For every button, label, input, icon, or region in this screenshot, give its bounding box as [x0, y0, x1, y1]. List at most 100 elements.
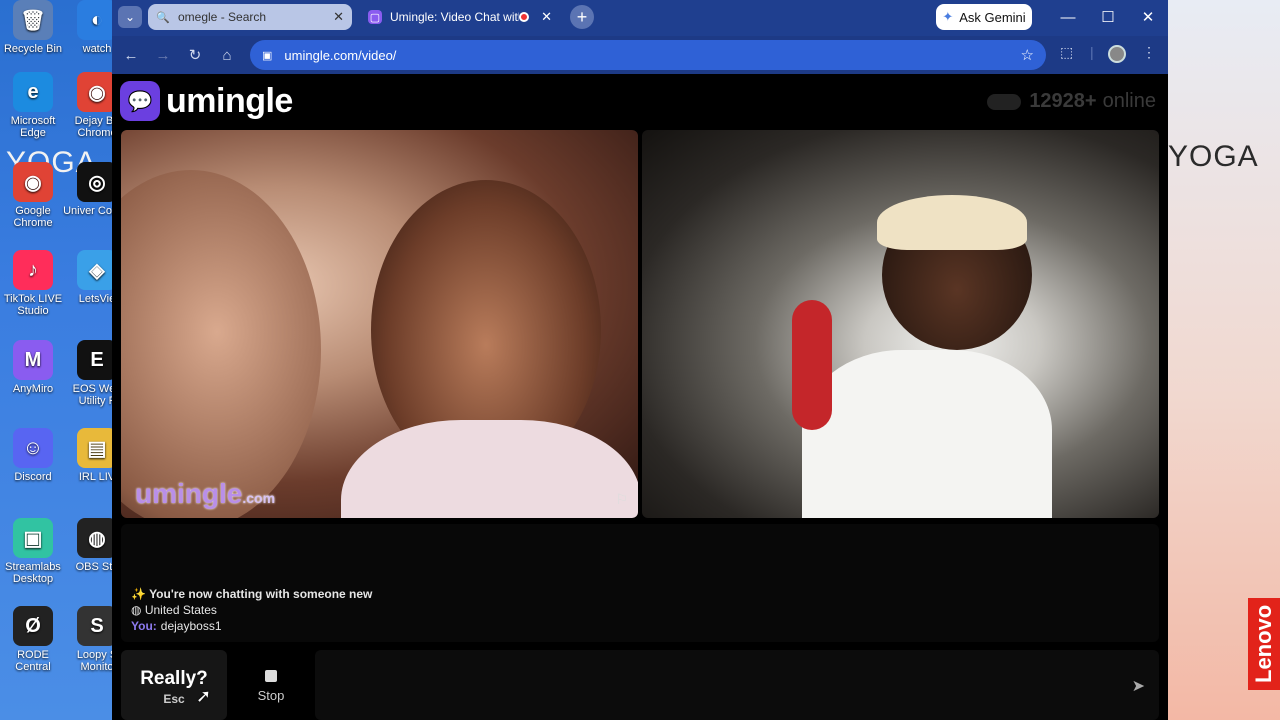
browser-window: ⌄ 🔍 omegle - Search ✕ ▢ Umingle: Video C…: [112, 0, 1168, 720]
desktop-app-icon: ◍: [77, 518, 117, 558]
esc-key-hint: Esc: [163, 692, 185, 706]
you-line: You: dejayboss1: [131, 619, 222, 633]
watermark-suffix: .com: [242, 490, 276, 506]
desktop-icon-label: Discord: [14, 471, 52, 483]
skip-esc-button[interactable]: Really? Esc: [121, 650, 227, 720]
control-bar: Really? Esc Stop ➤: [121, 650, 1159, 720]
umingle-logo[interactable]: 💬 umingle: [120, 81, 293, 121]
desktop-app-icon: ♪: [13, 250, 53, 290]
online-count: 12928+: [1029, 90, 1097, 112]
online-label: online: [1102, 90, 1156, 112]
reload-icon[interactable]: ↻: [184, 44, 206, 66]
desktop-icon-label: Google Chrome: [13, 205, 53, 229]
desktop-app-icon: ◈: [77, 250, 117, 290]
close-tab-icon[interactable]: ✕: [333, 9, 344, 25]
desktop-icon-4[interactable]: M AnyMiro: [0, 340, 68, 395]
plus-icon: +: [576, 6, 588, 27]
desktop-app-icon: ▤: [77, 428, 117, 468]
tab-strip: ⌄ 🔍 omegle - Search ✕ ▢ Umingle: Video C…: [112, 0, 1168, 36]
desktop-icon-5[interactable]: ☺ Discord: [0, 428, 68, 483]
tab-omegle-search[interactable]: 🔍 omegle - Search ✕: [148, 4, 352, 30]
us-flag-icon: ◍: [131, 603, 142, 617]
desktop-app-icon: ◉: [77, 72, 117, 112]
system-message: ✨ You're now chatting with someone new: [131, 587, 373, 601]
send-icon[interactable]: ➤: [1132, 676, 1145, 696]
minimize-button[interactable]: —: [1048, 4, 1088, 30]
forward-arrow-icon[interactable]: →: [152, 44, 174, 66]
chat-log: ✨ You're now chatting with someone new ◍…: [121, 524, 1159, 642]
desktop-icon-0[interactable]: 🗑 Recycle Bin: [0, 0, 68, 55]
ask-gemini-button[interactable]: ✦ Ask Gemini: [936, 4, 1032, 30]
close-window-button[interactable]: ✕: [1128, 4, 1168, 30]
umingle-page: 💬 umingle 12928+ online umingle.com ⚐ ✨ …: [112, 74, 1168, 720]
toolbar-divider: |: [1090, 44, 1094, 60]
desktop-app-icon: ◐: [77, 0, 117, 40]
esc-button-label: Really?: [140, 668, 208, 689]
stranger-shirt: [341, 420, 638, 518]
country-text: United States: [144, 603, 217, 617]
extensions-icon[interactable]: ⬚: [1060, 44, 1073, 61]
close-tab-icon[interactable]: ✕: [541, 9, 552, 25]
home-icon[interactable]: ⌂: [216, 44, 238, 66]
desktop-icon-7[interactable]: Ø RODE Central: [0, 606, 68, 673]
self-video: [642, 130, 1159, 518]
search-icon: 🔍: [156, 11, 170, 24]
you-name: dejayboss1: [160, 619, 222, 633]
chevron-down-icon: ⌄: [124, 10, 136, 24]
desktop-app-icon: ▣: [13, 518, 53, 558]
desktop-icon-6[interactable]: ▣ Streamlabs Desktop: [0, 518, 68, 585]
desktop-app-icon: e: [13, 72, 53, 112]
bookmark-star-icon[interactable]: ☆: [1021, 46, 1034, 64]
yoga-wallpaper-text-right: YOGA: [1168, 140, 1259, 173]
desktop-app-icon: S: [77, 606, 117, 646]
desktop-app-icon: E: [77, 340, 117, 380]
url-text: umingle.com/video/: [284, 47, 397, 63]
watermark-text: umingle: [135, 478, 243, 509]
theme-toggle[interactable]: [987, 93, 1022, 110]
back-arrow-icon[interactable]: ←: [120, 44, 142, 66]
desktop-app-icon: ◉: [13, 162, 53, 202]
desktop-icon-label: Streamlabs Desktop: [5, 561, 61, 585]
desktop-icon-label: AnyMiro: [12, 383, 54, 395]
you-label: You:: [131, 619, 157, 633]
desktop-icon-label: TikTok LIVE Studio: [3, 293, 63, 317]
tab-title: omegle - Search: [178, 10, 267, 24]
tab-title: Umingle: Video Chat with St: [390, 10, 519, 24]
address-bar[interactable]: ▣ umingle.com/video/ ☆: [250, 40, 1046, 70]
message-input[interactable]: [315, 650, 1159, 720]
online-indicator: 12928+ online: [987, 90, 1156, 113]
ask-gemini-label: Ask Gemini: [959, 9, 1026, 25]
self-person-cap: [877, 195, 1027, 250]
desktop-app-icon: ◎: [77, 162, 117, 202]
report-flag-icon[interactable]: ⚐: [615, 491, 628, 508]
stranger-video: umingle.com ⚐: [121, 130, 638, 518]
lenovo-brand: Lenovo: [1248, 598, 1280, 690]
maximize-button[interactable]: ☐: [1088, 4, 1128, 30]
tab-umingle[interactable]: ▢ Umingle: Video Chat with St ✕: [360, 4, 560, 30]
logo-text: umingle: [166, 81, 293, 120]
desktop-app-icon: ☺: [13, 428, 53, 468]
desktop-app-icon: 🗑: [13, 0, 53, 40]
profile-avatar[interactable]: [1108, 45, 1126, 63]
tab-search-button[interactable]: ⌄: [118, 6, 142, 28]
stop-button[interactable]: Stop: [235, 650, 307, 720]
site-info-icon[interactable]: ▣: [262, 49, 272, 62]
desktop-icon-1[interactable]: e Microsoft Edge: [0, 72, 68, 139]
new-tab-button[interactable]: +: [570, 5, 594, 29]
umingle-watermark: umingle.com: [135, 478, 275, 510]
gemini-sparkle-icon: ✦: [942, 9, 954, 24]
self-person-shirt: [802, 350, 1052, 518]
desktop-icon-label: RODE Central: [15, 649, 51, 673]
desktop-icon-3[interactable]: ♪ TikTok LIVE Studio: [0, 250, 68, 317]
desktop-app-icon: M: [13, 340, 53, 380]
recording-icon: [519, 12, 530, 22]
stop-label: Stop: [257, 688, 285, 703]
desktop-app-icon: Ø: [13, 606, 53, 646]
new-chat-text: You're now chatting with someone new: [149, 587, 373, 601]
desktop-icon-label: Recycle Bin: [3, 43, 63, 55]
menu-kebab-icon[interactable]: ⋮: [1142, 44, 1156, 61]
chat-bubble-icon: 💬: [120, 81, 160, 121]
gaming-chair: [792, 300, 832, 430]
desktop-icon-2[interactable]: ◉ Google Chrome: [0, 162, 68, 229]
browser-toolbar: ← → ↻ ⌂ ▣ umingle.com/video/ ☆ ⬚ | ⋮: [112, 36, 1168, 74]
